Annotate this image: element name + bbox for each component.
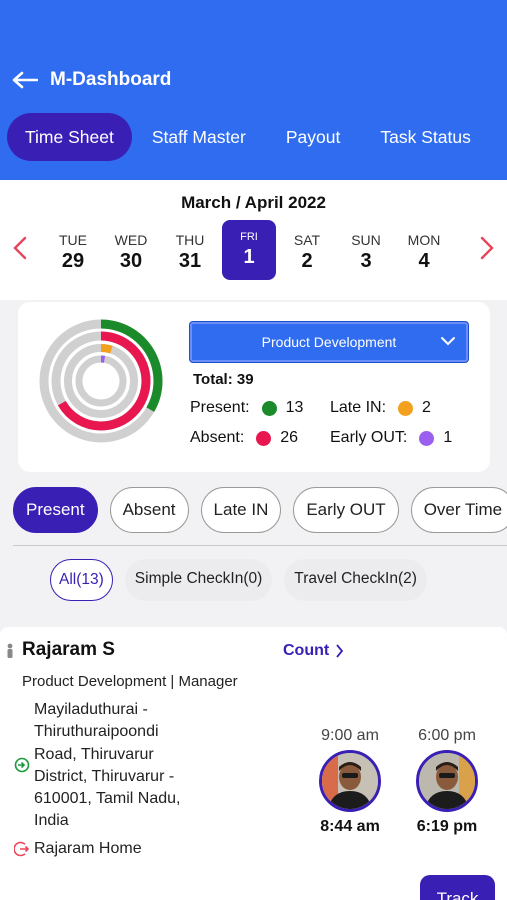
day-fri-selected[interactable]: FRI 1 — [222, 220, 276, 280]
check-in-column: 9:00 am 8:44 am — [305, 727, 395, 836]
address-line: Thiruthuraipoondi — [34, 723, 159, 741]
day-name: THU — [175, 232, 205, 248]
status-filter-bar: Present Absent Late IN Early OUT Over Ti… — [13, 487, 507, 533]
filter-late-in[interactable]: Late IN — [200, 487, 282, 533]
stat-value: 26 — [280, 429, 299, 446]
department-value: Product Development — [261, 334, 397, 350]
employee-role: Product Development | Manager — [22, 673, 238, 690]
stat-value: 13 — [285, 399, 304, 416]
check-in-selfie[interactable] — [319, 750, 381, 812]
department-dropdown[interactable]: Product Development — [190, 322, 468, 362]
day-date: 2 — [301, 250, 313, 272]
arrow-left-icon[interactable] — [12, 71, 38, 89]
chevron-down-icon — [440, 324, 456, 373]
day-date: 29 — [61, 250, 85, 272]
day-sat[interactable]: SAT 2 — [280, 222, 334, 282]
scheduled-out-time: 6:00 pm — [418, 727, 476, 744]
tab-payout[interactable]: Payout — [266, 113, 360, 161]
stat-label: Present: — [190, 399, 250, 416]
day-mon[interactable]: MON 4 — [397, 222, 451, 282]
subfilter-simple-checkin[interactable]: Simple CheckIn(0) — [124, 559, 273, 601]
day-name: SAT — [293, 232, 321, 248]
track-button[interactable]: Track — [420, 875, 495, 900]
check-out-column: 6:00 pm 6:19 pm — [402, 727, 492, 836]
day-thu[interactable]: THU 31 — [163, 222, 217, 282]
attendance-summary-card: Product Development Total: 39 Present: 1… — [18, 302, 490, 472]
total-count: Total: 39 — [193, 371, 254, 388]
tab-staff-master[interactable]: Staff Master — [132, 113, 266, 161]
stat-label: Late IN: — [330, 399, 387, 416]
top-tabs: Time Sheet Staff Master Payout Task Stat… — [7, 113, 491, 161]
date-picker: March / April 2022 TUE 29 WED 30 THU 31 FRI… — [0, 180, 507, 300]
day-name: WED — [114, 232, 148, 248]
filter-absent[interactable]: Absent — [109, 487, 189, 533]
attendance-rings-chart — [39, 319, 163, 443]
divider — [13, 545, 507, 546]
stat-absent: Absent: 26 — [190, 429, 298, 447]
absent-dot — [256, 430, 272, 446]
count-label: Count — [283, 642, 330, 659]
month-label: March / April 2022 — [181, 193, 326, 212]
subfilter-all[interactable]: All(13) — [50, 559, 113, 601]
stat-value: 1 — [443, 429, 453, 446]
day-sun[interactable]: SUN 3 — [339, 222, 393, 282]
address-line: 610001, Tamil Nadu, — [34, 790, 181, 808]
present-dot — [261, 400, 277, 416]
day-name: MON — [407, 232, 441, 248]
check-out-icon — [13, 841, 30, 862]
filter-early-out[interactable]: Early OUT — [293, 487, 399, 533]
stat-late-in: Late IN: 2 — [330, 399, 431, 417]
day-date: 4 — [418, 250, 430, 272]
chevron-left-icon[interactable] — [12, 236, 28, 265]
day-name: TUE — [59, 232, 87, 248]
check-out-location: Rajaram Home — [34, 840, 142, 857]
actual-out-time: 6:19 pm — [416, 818, 478, 835]
late-in-dot — [398, 400, 414, 416]
stat-early-out: Early OUT: 1 — [330, 429, 452, 447]
address-line: Mayiladuthurai - — [34, 701, 148, 718]
subfilter-travel-checkin[interactable]: Travel CheckIn(2) — [284, 559, 427, 601]
scheduled-in-time: 9:00 am — [321, 727, 379, 744]
stat-label: Absent: — [190, 429, 245, 446]
early-out-track — [75, 355, 127, 407]
check-in-icon — [14, 757, 30, 778]
early-out-dot — [419, 430, 435, 446]
day-date: 30 — [119, 250, 143, 272]
person-icon — [6, 643, 14, 664]
employee-name: Rajaram S — [22, 639, 115, 660]
chevron-right-icon[interactable] — [479, 236, 495, 265]
day-tue[interactable]: TUE 29 — [46, 222, 100, 282]
employee-card[interactable]: Rajaram S Count Product Development | Ma… — [0, 627, 507, 900]
stat-present: Present: 13 — [190, 399, 303, 417]
tab-time-sheet[interactable]: Time Sheet — [7, 113, 132, 161]
address-line: Road, Thiruvarur — [34, 745, 154, 763]
filter-over-time[interactable]: Over Time — [410, 487, 507, 533]
header-bar: M-Dashboard — [12, 66, 171, 94]
app-header: M-Dashboard Time Sheet Staff Master Payo… — [0, 0, 507, 180]
page-title: M-Dashboard — [50, 69, 172, 90]
chevron-right-icon — [336, 644, 344, 658]
address-line: District, Thiruvarur - — [34, 767, 175, 785]
day-wed[interactable]: WED 30 — [104, 222, 158, 282]
day-date: 1 — [243, 246, 255, 268]
check-in-address: Mayiladuthurai - Thiruthuraipoondi Road,… — [34, 699, 234, 833]
day-date: 3 — [360, 250, 372, 272]
stat-value: 2 — [422, 399, 431, 416]
count-link[interactable]: Count — [283, 642, 344, 660]
day-date: 31 — [178, 250, 202, 272]
day-name: SUN — [351, 232, 381, 248]
tab-task-status[interactable]: Task Status — [360, 113, 490, 161]
day-name: FRI — [240, 231, 258, 243]
actual-in-time: 8:44 am — [320, 818, 380, 835]
address-line: India — [34, 812, 69, 830]
checkin-type-filter: All(13) Simple CheckIn(0) Travel CheckIn… — [50, 559, 439, 601]
filter-present[interactable]: Present — [13, 487, 98, 533]
stat-label: Early OUT: — [330, 429, 408, 446]
check-out-selfie[interactable] — [416, 750, 478, 812]
